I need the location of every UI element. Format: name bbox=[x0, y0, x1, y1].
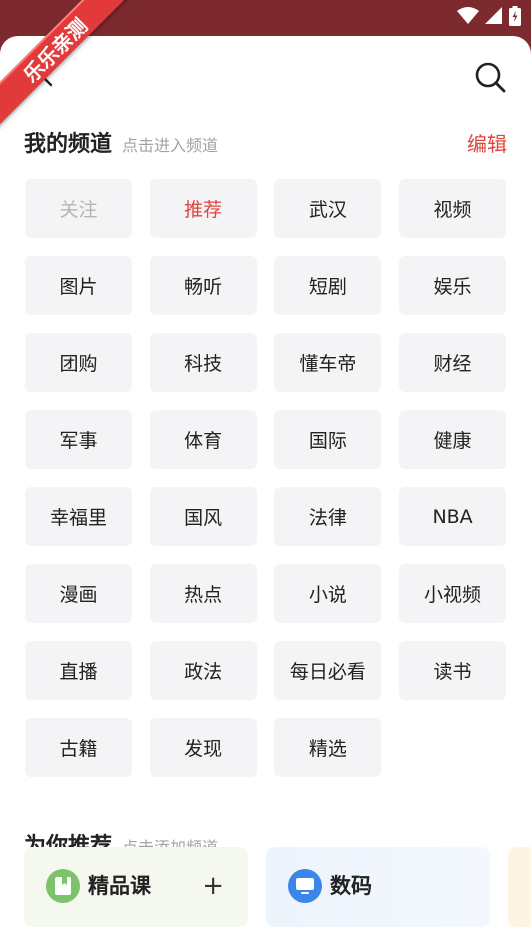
channel-chip[interactable]: 幸福里 bbox=[25, 487, 132, 546]
monitor-icon bbox=[288, 869, 322, 903]
bookmark-icon bbox=[46, 869, 80, 903]
edit-button[interactable]: 编辑 bbox=[467, 128, 507, 157]
battery-icon bbox=[509, 6, 521, 26]
channel-chip[interactable]: 军事 bbox=[25, 410, 132, 469]
channel-sheet: 我的频道 点击进入频道 编辑 关注 推荐 武汉 视频图片 畅听 短剧 娱乐团购 科技 懂车帝 财经… bbox=[0, 36, 531, 945]
my-channels-subtitle: 点击进入频道 bbox=[122, 136, 219, 155]
channel-chip[interactable]: 国际 bbox=[274, 410, 382, 469]
channel-chip[interactable]: 畅听 bbox=[149, 256, 257, 315]
channel-chip[interactable]: 懂车帝 bbox=[274, 333, 382, 392]
recommended-card-label: 数码 bbox=[330, 874, 372, 898]
channel-chip[interactable]: 法律 bbox=[274, 487, 382, 546]
channel-chip[interactable]: 政法 bbox=[149, 641, 257, 700]
my-channels-title: 我的频道 bbox=[24, 132, 113, 157]
channel-chip[interactable]: 体育 bbox=[149, 410, 257, 469]
status-icons bbox=[457, 6, 521, 26]
watermark-ribbon: 乐乐亲测 bbox=[0, 0, 130, 130]
channel-chip[interactable]: 读书 bbox=[399, 641, 507, 700]
channel-chip[interactable]: 关注 bbox=[25, 179, 132, 238]
add-channel-button[interactable]: + bbox=[202, 871, 224, 901]
channel-chip[interactable]: 推荐 bbox=[149, 179, 257, 238]
channel-chip[interactable]: NBA bbox=[399, 487, 507, 546]
signal-icon bbox=[485, 7, 502, 24]
search-icon bbox=[475, 62, 506, 93]
channel-chip[interactable]: 娱乐 bbox=[399, 256, 507, 315]
channel-chip[interactable]: 国风 bbox=[149, 487, 257, 546]
channel-chip[interactable]: 科技 bbox=[149, 333, 257, 392]
channel-chip[interactable]: 短剧 bbox=[274, 256, 382, 315]
channel-chip[interactable]: 视频 bbox=[399, 179, 507, 238]
channel-chip[interactable]: 古籍 bbox=[25, 718, 132, 777]
channel-chip[interactable]: 热点 bbox=[149, 564, 257, 623]
channel-chip[interactable]: 小视频 bbox=[399, 564, 507, 623]
recommended-card-shuma[interactable]: 数码 bbox=[266, 847, 490, 927]
my-channels-header: 我的频道 点击进入频道 bbox=[24, 126, 218, 158]
channel-chip[interactable]: 每日必看 bbox=[274, 641, 382, 700]
recommended-cards: 精品课 + 数码 bbox=[24, 847, 490, 927]
my-channels-grid: 关注 推荐 武汉 视频图片 畅听 短剧 娱乐团购 科技 懂车帝 财经军事 体育 国际 健康幸福里 国风 法律… bbox=[25, 179, 507, 777]
channel-chip[interactable]: 财经 bbox=[399, 333, 507, 392]
channel-chip[interactable]: 健康 bbox=[399, 410, 507, 469]
wifi-icon bbox=[457, 7, 479, 24]
search-button[interactable] bbox=[473, 60, 507, 94]
channel-chip[interactable]: 图片 bbox=[25, 256, 132, 315]
recommended-card-label: 精品课 bbox=[88, 874, 151, 898]
channel-chip[interactable]: 团购 bbox=[25, 333, 132, 392]
channel-chip[interactable]: 发现 bbox=[149, 718, 257, 777]
channel-chip[interactable]: 武汉 bbox=[274, 179, 382, 238]
recommended-card-jingpinke[interactable]: 精品课 + bbox=[24, 847, 248, 927]
channel-chip[interactable]: 小说 bbox=[274, 564, 382, 623]
watermark-text: 乐乐亲测 bbox=[0, 0, 130, 130]
recommended-card-partial[interactable] bbox=[508, 847, 531, 927]
channel-chip[interactable]: 直播 bbox=[25, 641, 132, 700]
channel-chip[interactable]: 漫画 bbox=[25, 564, 132, 623]
channel-chip[interactable]: 精选 bbox=[274, 718, 382, 777]
